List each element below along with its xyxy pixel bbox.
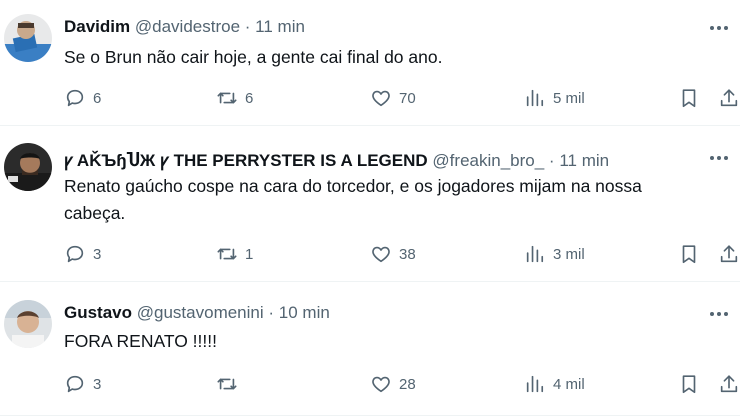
like-button[interactable]: 28 <box>370 372 416 396</box>
more-options-icon[interactable] <box>708 306 730 322</box>
share-button[interactable] <box>718 86 740 110</box>
tweet-actions: 6 6 70 5 mil <box>64 86 740 110</box>
retweet-count: 1 <box>245 245 254 263</box>
separator-dot: · <box>244 17 251 36</box>
more-options-icon[interactable] <box>708 20 730 36</box>
heart-icon <box>372 246 390 263</box>
avatar[interactable] <box>4 300 52 348</box>
user-handle[interactable]: @freakin_bro_ <box>432 151 544 170</box>
timestamp[interactable]: 10 min <box>279 303 330 322</box>
separator-dot: · <box>548 151 555 170</box>
reply-button[interactable]: 3 <box>64 242 101 266</box>
timeline-feed: Davidim @davidestroe · 11 min Se o Brun … <box>0 0 740 416</box>
retweet-icon <box>217 248 237 260</box>
views-icon <box>526 89 544 107</box>
share-icon <box>720 245 738 263</box>
tweet-text: Renato gaúcho cospe na cara do torcedor,… <box>64 176 642 223</box>
views-icon <box>526 245 544 263</box>
avatar[interactable] <box>4 143 52 191</box>
tweet-text: FORA RENATO !!!!! <box>64 331 217 351</box>
display-name[interactable]: Gustavo <box>64 303 132 322</box>
heart-icon <box>372 376 390 393</box>
tweet-actions: 3 28 4 mil <box>64 372 740 396</box>
share-icon <box>720 89 738 107</box>
retweet-icon <box>217 92 237 104</box>
tweet-header: ꝩ AḰ̌ЪɧႮЖ ꝩ THE PERRYSTER IS A LEGEND @f… <box>64 148 680 171</box>
reply-icon <box>66 89 84 107</box>
retweet-icon <box>217 378 237 390</box>
display-name[interactable]: Davidim <box>64 17 130 36</box>
views-count: 5 mil <box>553 89 585 107</box>
bookmark-button[interactable] <box>678 86 700 110</box>
like-button[interactable]: 70 <box>370 86 416 110</box>
display-name[interactable]: ꝩ AḰ̌ЪɧႮЖ ꝩ THE PERRYSTER IS A LEGEND <box>64 151 428 170</box>
reply-button[interactable]: 6 <box>64 86 101 110</box>
like-count: 38 <box>399 245 416 263</box>
tweet[interactable]: Davidim @davidestroe · 11 min Se o Brun … <box>0 0 740 126</box>
reply-count: 3 <box>93 245 102 263</box>
share-icon <box>720 375 738 393</box>
like-count: 28 <box>399 375 416 393</box>
reply-count: 3 <box>93 375 102 393</box>
bookmark-icon <box>682 89 696 108</box>
reply-count: 6 <box>93 89 102 107</box>
retweet-count: 6 <box>245 89 254 107</box>
user-handle[interactable]: @gustavomenini <box>137 303 264 322</box>
reply-icon <box>66 245 84 263</box>
separator-dot: · <box>268 303 275 322</box>
views-count: 4 mil <box>553 375 585 393</box>
views-button[interactable]: 4 mil <box>524 372 585 396</box>
tweet-text: Se o Brun não cair hoje, a gente cai fin… <box>64 47 443 67</box>
views-count: 3 mil <box>553 245 585 263</box>
share-button[interactable] <box>718 372 740 396</box>
tweet-header: Gustavo @gustavomenini · 10 min <box>64 303 680 323</box>
tweet-actions: 3 1 38 3 mil <box>64 242 740 266</box>
bookmark-button[interactable] <box>678 372 700 396</box>
tweet-header: Davidim @davidestroe · 11 min <box>64 17 680 37</box>
like-count: 70 <box>399 89 416 107</box>
avatar[interactable] <box>4 14 52 62</box>
reply-icon <box>66 375 84 393</box>
user-handle[interactable]: @davidestroe <box>135 17 240 36</box>
retweet-button[interactable]: 1 <box>216 242 253 266</box>
timestamp[interactable]: 11 min <box>559 151 609 170</box>
heart-icon <box>372 90 390 107</box>
reply-button[interactable]: 3 <box>64 372 101 396</box>
share-button[interactable] <box>718 242 740 266</box>
bookmark-button[interactable] <box>678 242 700 266</box>
more-options-icon[interactable] <box>708 150 730 166</box>
retweet-button[interactable] <box>216 372 245 396</box>
retweet-button[interactable]: 6 <box>216 86 253 110</box>
timestamp[interactable]: 11 min <box>255 17 305 36</box>
bookmark-icon <box>682 245 696 264</box>
views-button[interactable]: 5 mil <box>524 86 585 110</box>
views-icon <box>526 375 544 393</box>
tweet[interactable]: Gustavo @gustavomenini · 10 min FORA REN… <box>0 283 740 416</box>
bookmark-icon <box>682 375 696 394</box>
tweet[interactable]: ꝩ AḰ̌ЪɧႮЖ ꝩ THE PERRYSTER IS A LEGEND @f… <box>0 127 740 282</box>
views-button[interactable]: 3 mil <box>524 242 585 266</box>
like-button[interactable]: 38 <box>370 242 416 266</box>
